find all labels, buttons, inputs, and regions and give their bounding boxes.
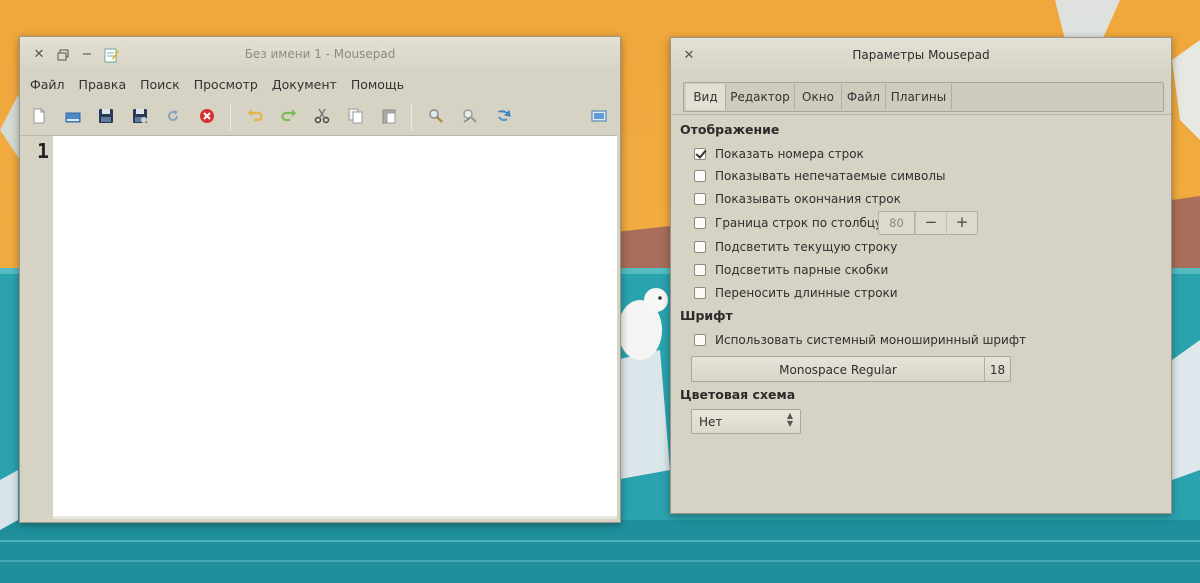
- spinner-decrement-button[interactable]: −: [915, 212, 946, 234]
- toolbar: [20, 99, 620, 133]
- option-system-monospace-font[interactable]: Использовать системный моноширинный шриф…: [694, 332, 1026, 348]
- option-label: Использовать системный моноширинный шриф…: [715, 333, 1027, 347]
- find-replace-icon[interactable]: [461, 107, 479, 125]
- undo-icon[interactable]: [246, 107, 264, 125]
- color-scheme-value: Нет: [699, 415, 723, 429]
- option-label: Показывать непечатаемые символы: [715, 169, 946, 183]
- new-document-icon[interactable]: [30, 107, 48, 125]
- checkbox-show-line-endings[interactable]: [694, 193, 706, 205]
- option-label: Подсветить парные скобки: [715, 263, 889, 277]
- option-label: Показать номера строк: [715, 147, 864, 161]
- menu-edit[interactable]: Правка: [72, 73, 134, 97]
- spinner-increment-button[interactable]: +: [946, 212, 977, 234]
- margin-column-spinner[interactable]: 80 − +: [878, 211, 978, 235]
- tab-window[interactable]: Окно: [795, 84, 842, 110]
- save-icon[interactable]: [97, 107, 115, 125]
- checkbox-system-monospace-font[interactable]: [694, 334, 706, 346]
- menu-help[interactable]: Помощь: [344, 73, 411, 97]
- option-show-line-numbers[interactable]: Показать номера строк: [694, 146, 864, 162]
- toolbar-separator: [230, 103, 231, 131]
- option-label: Переносить длинные строки: [715, 286, 898, 300]
- checkbox-show-whitespace[interactable]: [694, 170, 706, 182]
- tab-view[interactable]: Вид: [686, 84, 726, 110]
- preferences-dialog: ✕ Параметры Mousepad Вид Редактор Окно Ф…: [670, 37, 1172, 514]
- toolbar-separator: [411, 103, 412, 131]
- checkbox-word-wrap[interactable]: [694, 287, 706, 299]
- option-label: Показывать окончания строк: [715, 192, 901, 206]
- checkbox-show-line-numbers[interactable]: [694, 148, 706, 160]
- option-highlight-current-line[interactable]: Подсветить текущую строку: [694, 239, 897, 255]
- section-font: Шрифт: [680, 308, 733, 323]
- menubar: Файл Правка Поиск Просмотр Документ Помо…: [20, 73, 620, 97]
- option-word-wrap[interactable]: Переносить длинные строки: [694, 285, 898, 301]
- fullscreen-icon[interactable]: [590, 107, 608, 125]
- option-show-whitespace[interactable]: Показывать непечатаемые символы: [694, 168, 945, 184]
- redo-icon[interactable]: [280, 107, 298, 125]
- text-editor[interactable]: 1: [21, 135, 617, 519]
- option-right-margin[interactable]: Граница строк по столбцу:: [694, 215, 886, 231]
- checkbox-right-margin[interactable]: [694, 217, 706, 229]
- section-color-scheme: Цветовая схема: [680, 387, 796, 402]
- horizontal-scrollbar[interactable]: [53, 516, 617, 519]
- updown-arrows-icon: ▲ ▼: [786, 411, 793, 428]
- option-label: Граница строк по столбцу:: [715, 216, 887, 230]
- option-label: Подсветить текущую строку: [715, 240, 898, 254]
- menu-file[interactable]: Файл: [23, 73, 72, 97]
- preferences-titlebar[interactable]: ✕ Параметры Mousepad: [671, 38, 1171, 74]
- line-number-gutter: 1: [21, 136, 53, 519]
- option-match-brackets[interactable]: Подсветить парные скобки: [694, 262, 888, 278]
- section-display: Отображение: [680, 122, 780, 137]
- tab-plugins[interactable]: Плагины: [886, 84, 952, 110]
- tab-file[interactable]: Файл: [842, 84, 886, 110]
- line-number: 1: [36, 139, 49, 163]
- font-chooser-button[interactable]: Monospace Regular 18: [691, 356, 1011, 382]
- tab-bar: Вид Редактор Окно Файл Плагины: [683, 82, 1164, 112]
- font-size: 18: [984, 357, 1010, 381]
- option-show-line-endings[interactable]: Показывать окончания строк: [694, 191, 901, 207]
- find-icon[interactable]: [427, 107, 445, 125]
- tab-editor[interactable]: Редактор: [726, 84, 795, 110]
- menu-document[interactable]: Документ: [265, 73, 344, 97]
- menu-search[interactable]: Поиск: [133, 73, 187, 97]
- dialog-title: Параметры Mousepad: [852, 48, 990, 62]
- cut-icon[interactable]: [313, 107, 331, 125]
- checkbox-highlight-current-line[interactable]: [694, 241, 706, 253]
- mousepad-window: ✕ − Без имени 1 - Mousepad Файл Правка П…: [19, 36, 621, 523]
- tab-divider: [671, 114, 1171, 115]
- reload-icon[interactable]: [164, 107, 182, 125]
- color-scheme-select[interactable]: Нет ▲ ▼: [691, 409, 801, 434]
- checkbox-match-brackets[interactable]: [694, 264, 706, 276]
- window-title: Без имени 1 - Mousepad: [244, 47, 396, 61]
- go-to-icon[interactable]: [494, 107, 512, 125]
- font-name: Monospace Regular: [779, 363, 897, 377]
- save-as-icon[interactable]: [131, 107, 149, 125]
- mousepad-titlebar[interactable]: ✕ − Без имени 1 - Mousepad: [20, 37, 620, 73]
- copy-icon[interactable]: [347, 107, 365, 125]
- close-document-icon[interactable]: [198, 107, 216, 125]
- margin-column-value[interactable]: 80: [879, 212, 915, 234]
- menu-view[interactable]: Просмотр: [187, 73, 265, 97]
- paste-icon[interactable]: [380, 107, 398, 125]
- open-file-icon[interactable]: [64, 107, 82, 125]
